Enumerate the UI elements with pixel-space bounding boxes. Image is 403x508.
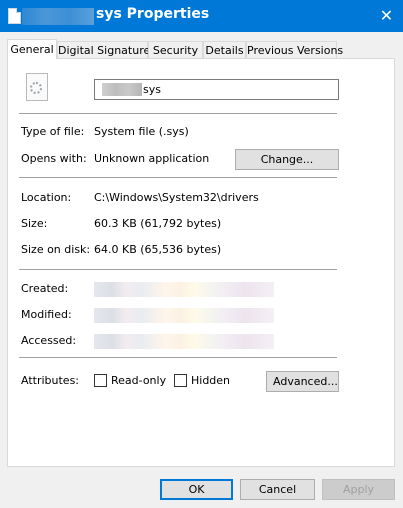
cancel-button[interactable]: Cancel — [240, 479, 315, 500]
type-of-file-label: Type of file: — [21, 125, 85, 138]
size-on-disk-label: Size on disk: — [21, 243, 91, 256]
change-button[interactable]: Change... — [235, 149, 339, 170]
accessed-value-redacted — [94, 334, 274, 349]
opens-with-value: Unknown application — [94, 152, 210, 165]
tab-previous-versions[interactable]: Previous Versions — [246, 41, 343, 58]
tab-general[interactable]: General — [7, 39, 57, 59]
location-label: Location: — [21, 191, 72, 204]
title-bar: sys Properties ✕ — [0, 0, 403, 32]
separator — [19, 177, 337, 178]
location-value: C:\Windows\System32\drivers — [94, 191, 259, 204]
separator — [19, 269, 337, 270]
window-title: sys Properties — [96, 6, 210, 22]
file-name-text: sys — [143, 83, 161, 96]
hidden-label[interactable]: Hidden — [191, 374, 230, 387]
file-app-icon — [8, 8, 21, 24]
apply-button[interactable]: Apply — [322, 479, 395, 500]
file-name-input[interactable]: sys — [94, 79, 339, 100]
tab-details[interactable]: Details — [203, 41, 246, 58]
type-of-file-value: System file (.sys) — [94, 125, 189, 138]
readonly-label[interactable]: Read-only — [111, 374, 166, 387]
accessed-label: Accessed: — [21, 334, 77, 347]
opens-with-label: Opens with: — [21, 152, 87, 165]
size-label: Size: — [21, 217, 48, 230]
tab-security[interactable]: Security — [148, 41, 203, 58]
file-name-redacted-text — [102, 83, 142, 96]
title-redacted-text — [22, 8, 94, 25]
size-on-disk-value: 64.0 KB (65,536 bytes) — [94, 243, 222, 256]
close-icon: ✕ — [379, 6, 394, 25]
separator — [19, 357, 337, 358]
separator — [19, 113, 337, 114]
general-tab-panel: sys Type of file: System file (.sys) Ope… — [7, 58, 395, 467]
tab-digital-signatures[interactable]: Digital Signatures — [57, 41, 156, 58]
close-button[interactable]: ✕ — [370, 0, 403, 32]
modified-value-redacted — [94, 308, 274, 323]
advanced-button[interactable]: Advanced... — [266, 371, 339, 392]
created-label: Created: — [21, 282, 69, 295]
readonly-checkbox[interactable] — [94, 374, 107, 387]
created-value-redacted — [94, 282, 274, 297]
system-file-gear-icon — [26, 73, 48, 101]
hidden-checkbox[interactable] — [174, 374, 187, 387]
size-value: 60.3 KB (61,792 bytes) — [94, 217, 222, 230]
ok-button[interactable]: OK — [160, 479, 233, 500]
modified-label: Modified: — [21, 308, 72, 321]
attributes-label: Attributes: — [21, 374, 80, 387]
